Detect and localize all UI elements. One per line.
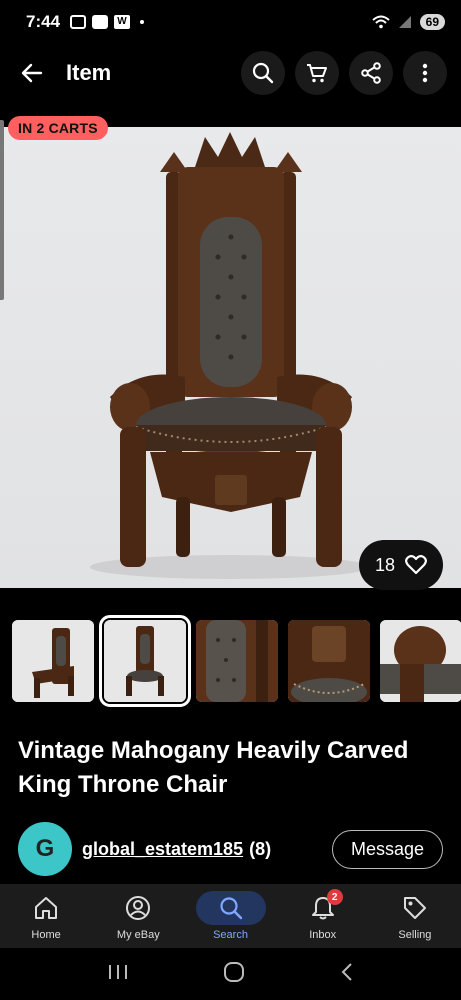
message-button[interactable]: Message [331, 829, 443, 869]
system-navigation [0, 948, 461, 1000]
thumbnail-strip [12, 615, 461, 707]
app-w-icon: W [114, 15, 131, 29]
battery-indicator: 69 [419, 14, 445, 30]
more-options-button[interactable] [403, 51, 447, 95]
thumbnail-image [288, 620, 370, 702]
thumbnail-5[interactable] [380, 620, 461, 702]
recent-apps-button[interactable] [107, 963, 129, 986]
status-time: 7:44 [26, 12, 61, 31]
scroll-indicator [0, 120, 4, 300]
watch-button[interactable]: 18 [359, 540, 443, 590]
screenshot-icon [70, 15, 87, 29]
recent-apps-icon [109, 964, 128, 979]
nav-search-label: Search [213, 929, 248, 941]
nav-search-pill [195, 891, 266, 925]
search-icon [219, 897, 242, 920]
item-title: Vintage Mahogany Heavily Carved King Thr… [18, 737, 409, 798]
nav-inbox[interactable]: 2 Inbox [277, 884, 369, 948]
chevron-left-icon [341, 962, 352, 981]
app-actions [241, 51, 447, 95]
search-button[interactable] [241, 51, 285, 95]
system-back-button[interactable] [340, 962, 354, 987]
nav-selling-label: Selling [398, 929, 432, 941]
in-carts-badge: IN 2 CARTS [8, 116, 108, 140]
nav-my-ebay[interactable]: My eBay [92, 884, 184, 948]
home-icon [35, 897, 58, 919]
arrow-left-icon [21, 63, 43, 83]
tag-icon [403, 897, 426, 919]
message-icon [92, 15, 109, 29]
notification-icons: W [70, 15, 145, 29]
seller-feedback-count: (8) [249, 838, 272, 859]
wifi-icon [371, 15, 390, 29]
thumbnail-image [196, 620, 278, 702]
page-title: Item [66, 60, 112, 85]
thumbnail-image [104, 620, 186, 702]
bottom-navigation: Home My eBay Search 2 Inbox Selling [0, 884, 461, 948]
inbox-badge: 2 [326, 889, 343, 905]
status-bar: 7:44 W 69 [0, 0, 461, 44]
status-right: 69 [371, 14, 445, 30]
more-vertical-icon [422, 63, 428, 83]
throne-chair-image [90, 132, 370, 579]
thumbnail-1[interactable] [12, 620, 94, 702]
app-bar: Item [0, 44, 461, 102]
nav-home-label: Home [31, 929, 61, 941]
cart-icon [307, 64, 327, 83]
nav-inbox-label: Inbox [309, 929, 337, 941]
cart-button[interactable] [295, 51, 339, 95]
seller-avatar[interactable]: G [18, 822, 72, 876]
search-icon [252, 62, 274, 84]
share-button[interactable] [349, 51, 393, 95]
share-icon [361, 62, 381, 84]
seller-row: G global_estatem185 (8) Message [18, 822, 443, 876]
more-notifications-icon [140, 20, 145, 24]
thumbnail-4[interactable] [288, 620, 370, 702]
thumbnail-image [12, 620, 94, 702]
user-icon [126, 896, 151, 920]
heart-icon [405, 555, 427, 575]
home-system-button[interactable] [223, 961, 245, 988]
product-image[interactable] [0, 127, 461, 588]
watch-count: 18 [374, 554, 396, 575]
thumbnail-2[interactable] [99, 615, 191, 707]
seller-name-link[interactable]: global_estatem185 [82, 839, 243, 860]
back-button[interactable] [14, 55, 50, 91]
signal-icon [398, 16, 411, 28]
home-circle-icon [224, 961, 245, 982]
nav-selling[interactable]: Selling [369, 884, 461, 948]
thumbnail-3[interactable] [196, 620, 278, 702]
nav-my-ebay-label: My eBay [116, 929, 160, 941]
thumbnail-image [380, 620, 461, 702]
nav-home[interactable]: Home [0, 884, 92, 948]
nav-search[interactable]: Search [184, 884, 276, 948]
